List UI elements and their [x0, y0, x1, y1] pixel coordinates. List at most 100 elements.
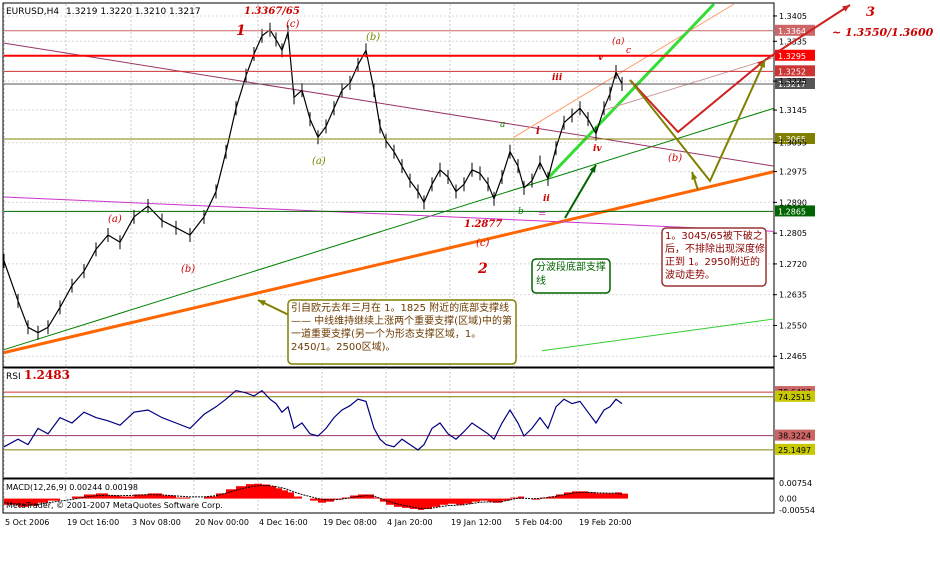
wave-label: v [598, 53, 604, 63]
wave-label: (a) [612, 36, 625, 47]
wave-label: (a) [108, 214, 122, 225]
support-line-note: 引自欧元去年三月在 1。1825 附近的底部支撑线 —— 中线维持继续上涨两个重… [291, 303, 512, 353]
macd-bar [294, 496, 302, 499]
low-price-label: 1.2483 [24, 368, 70, 382]
macd-bar [610, 493, 616, 499]
wave-label: ~ 1.3550/1.3600 [832, 26, 934, 39]
macd-bar [432, 498, 440, 507]
macd-bar [358, 494, 366, 499]
macd-bar [410, 498, 418, 509]
macd-bar [596, 493, 604, 499]
wave-label: 1 [236, 23, 246, 39]
wave-label: 1.2877 [464, 219, 502, 230]
chart-title: EURUSD,H4 [6, 7, 59, 17]
macd-bar [120, 496, 134, 499]
break-callout: 1。3045/65被下破之后，不排除出现深度修正到 1。2950附近的波动走势。 [661, 227, 767, 287]
macd-tick-label: -0.00554 [779, 506, 815, 515]
macd-bar [310, 498, 318, 501]
x-tick-label: 20 Nov 00:00 [195, 518, 249, 527]
wave-label: a [500, 120, 505, 130]
wave-label: 1.3367/65 [244, 6, 300, 17]
y-tick-label: 1.2975 [779, 168, 807, 177]
y-tick-label: 1.3055 [779, 139, 807, 148]
macd-bar [276, 488, 282, 499]
x-tick-label: 19 Dec 08:00 [323, 518, 377, 527]
macd-label: MACD(12,26,9) 0.00244 0.00198 [6, 483, 138, 492]
macd-bar [288, 492, 294, 499]
rsi-level-label: 25.1497 [778, 446, 811, 455]
x-tick-label: 5 Oct 2006 [5, 518, 49, 527]
macd-bar [622, 493, 628, 499]
y-tick-label: 1.2720 [779, 260, 807, 269]
level-label: 1.2865 [778, 207, 806, 216]
macd-bar [472, 498, 480, 502]
level-label: 1.3295 [778, 52, 806, 61]
x-tick-label: 19 Feb 20:00 [579, 518, 631, 527]
level-label: 1.3364 [778, 27, 806, 36]
wave-label: ii [543, 194, 550, 204]
copyright: MetaTrader, © 2001-2007 MetaQuotes Softw… [6, 501, 223, 510]
y-tick-label: 1.3145 [779, 106, 807, 115]
macd-bar [162, 495, 176, 499]
wave-label: = [538, 209, 546, 220]
macd-bar [424, 498, 432, 509]
ohlc-readout: 1.3219 1.3220 1.3210 1.3217 [66, 7, 201, 17]
x-tick-label: 4 Jan 20:00 [387, 518, 433, 527]
y-tick-label: 1.2890 [779, 198, 807, 207]
rsi-level-label: 38.3224 [778, 432, 811, 441]
break-note: 1。3045/65被下破之后，不排除出现深度修正到 1。2950附近的波动走势。 [665, 231, 765, 281]
macd-bar [448, 498, 456, 504]
macd-bar [148, 493, 162, 499]
wave-label: b [518, 207, 524, 217]
y-tick-label: 1.2465 [779, 352, 807, 361]
wave-label: iii [552, 73, 563, 83]
macd-tick-label: 0.00 [779, 495, 797, 504]
macd-bar [236, 486, 246, 499]
x-tick-label: 5 Feb 04:00 [515, 518, 562, 527]
x-tick-label: 4 Dec 16:00 [259, 518, 308, 527]
wave-label: (b) [366, 32, 380, 43]
wave-support-callout: 分波段底部支撑线 [531, 258, 611, 294]
macd-bar [440, 498, 448, 505]
wave-label: iv [593, 144, 602, 154]
wave-label: i [536, 126, 540, 137]
macd-bar [464, 498, 472, 504]
macd-bar [176, 497, 190, 499]
macd-bar [282, 490, 288, 499]
y-tick-label: 1.2805 [779, 229, 807, 238]
macd-bar [262, 484, 270, 499]
eurusd-chart: 1.33641.32951.32521.32171.30651.2865 78.… [2, 2, 934, 527]
wave-label: (b) [668, 153, 682, 164]
wave-label: (b) [181, 264, 195, 275]
x-tick-label: 19 Oct 16:00 [67, 518, 119, 527]
macd-bar [588, 492, 596, 499]
macd-bar [556, 494, 564, 499]
rsi-level-label: 74.2515 [778, 393, 811, 402]
support-line-callout: 引自欧元去年三月在 1。1825 附近的底部支撑线 —— 中线维持继续上涨两个重… [287, 299, 517, 365]
wave-label: (a) [312, 156, 326, 167]
macd-bar [394, 498, 402, 507]
macd-bar [270, 486, 276, 499]
wave-label: (c) [476, 238, 490, 249]
macd-bar [494, 498, 502, 503]
y-tick-label: 1.2550 [779, 321, 807, 330]
rsi-label: RSI [6, 372, 21, 382]
macd-bar [580, 491, 588, 499]
x-tick-label: 19 Jan 12:00 [451, 518, 502, 527]
macd-tick-label: 0.00754 [779, 479, 812, 488]
y-tick-label: 1.3405 [779, 12, 807, 21]
macd-bar [402, 498, 410, 508]
x-tick-label: 3 Nov 08:00 [132, 518, 181, 527]
y-tick-label: 1.2635 [779, 291, 807, 300]
macd-bar [480, 498, 488, 501]
wave-label: 3 [866, 5, 875, 20]
y-tick-label: 1.3225 [779, 77, 807, 86]
macd-bar [604, 493, 610, 499]
wave-support-note: 分波段底部支撑线 [536, 262, 606, 287]
macd-bar [456, 498, 464, 505]
wave-label: c [626, 46, 631, 56]
wave-label: 2 [477, 261, 488, 277]
macd-bar [84, 494, 96, 499]
level-label: 1.3252 [778, 67, 806, 76]
macd-bar [488, 498, 494, 502]
